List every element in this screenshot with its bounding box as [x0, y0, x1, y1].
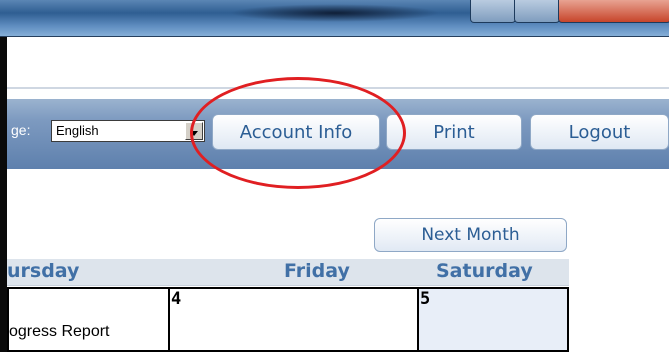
header-area: [7, 37, 669, 89]
minimize-button[interactable]: [470, 0, 516, 23]
next-month-button[interactable]: Next Month: [374, 218, 567, 252]
calendar-cell-saturday[interactable]: 5: [417, 287, 569, 352]
cell-date: 5: [420, 289, 431, 309]
titlebar-glow: [230, 4, 440, 22]
day-header-thursday: ursday: [7, 260, 80, 282]
language-value: English: [56, 123, 99, 138]
language-label: ge:: [11, 122, 31, 138]
window-left-edge: [0, 37, 7, 352]
toolbar: ge: English Account Info Print Logout: [7, 99, 669, 169]
language-select[interactable]: English: [51, 120, 205, 142]
dropdown-arrow-icon[interactable]: [185, 122, 203, 140]
account-info-button[interactable]: Account Info: [212, 114, 380, 150]
window-titlebar: [0, 0, 669, 37]
calendar-day-header: ursday Friday Saturday: [7, 259, 569, 286]
cell-date: 4: [171, 289, 182, 309]
calendar-cell-friday[interactable]: 4: [168, 287, 419, 352]
calendar-cell-thursday[interactable]: ogress Report: [7, 287, 170, 352]
calendar-event-progress-report[interactable]: ogress Report: [9, 323, 110, 341]
day-header-saturday: Saturday: [436, 260, 533, 282]
day-header-friday: Friday: [284, 260, 350, 282]
logout-button[interactable]: Logout: [530, 114, 669, 150]
close-button[interactable]: [558, 0, 669, 23]
print-button[interactable]: Print: [386, 114, 522, 150]
maximize-button[interactable]: [514, 0, 560, 23]
